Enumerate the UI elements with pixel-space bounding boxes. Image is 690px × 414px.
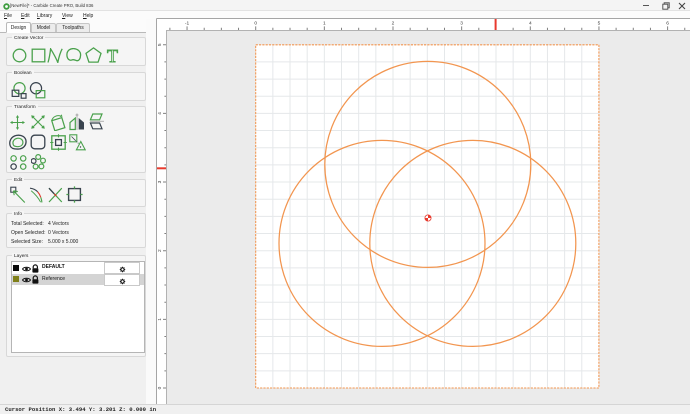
svg-text:4: 4 [157, 112, 163, 115]
svg-text:3: 3 [460, 21, 463, 27]
svg-text:2: 2 [157, 249, 163, 252]
svg-text:T: T [107, 46, 118, 64]
svg-text:0: 0 [157, 386, 163, 389]
svg-text:2: 2 [392, 21, 395, 27]
svg-text:4: 4 [529, 21, 532, 27]
svg-text:3: 3 [157, 180, 163, 183]
svg-text:1: 1 [323, 21, 326, 27]
svg-text:5: 5 [157, 43, 163, 46]
svg-text:0: 0 [254, 21, 257, 27]
svg-text:-1: -1 [185, 21, 190, 27]
svg-text:1: 1 [157, 318, 163, 321]
svg-text:5: 5 [598, 21, 601, 27]
svg-text:6: 6 [666, 21, 669, 27]
